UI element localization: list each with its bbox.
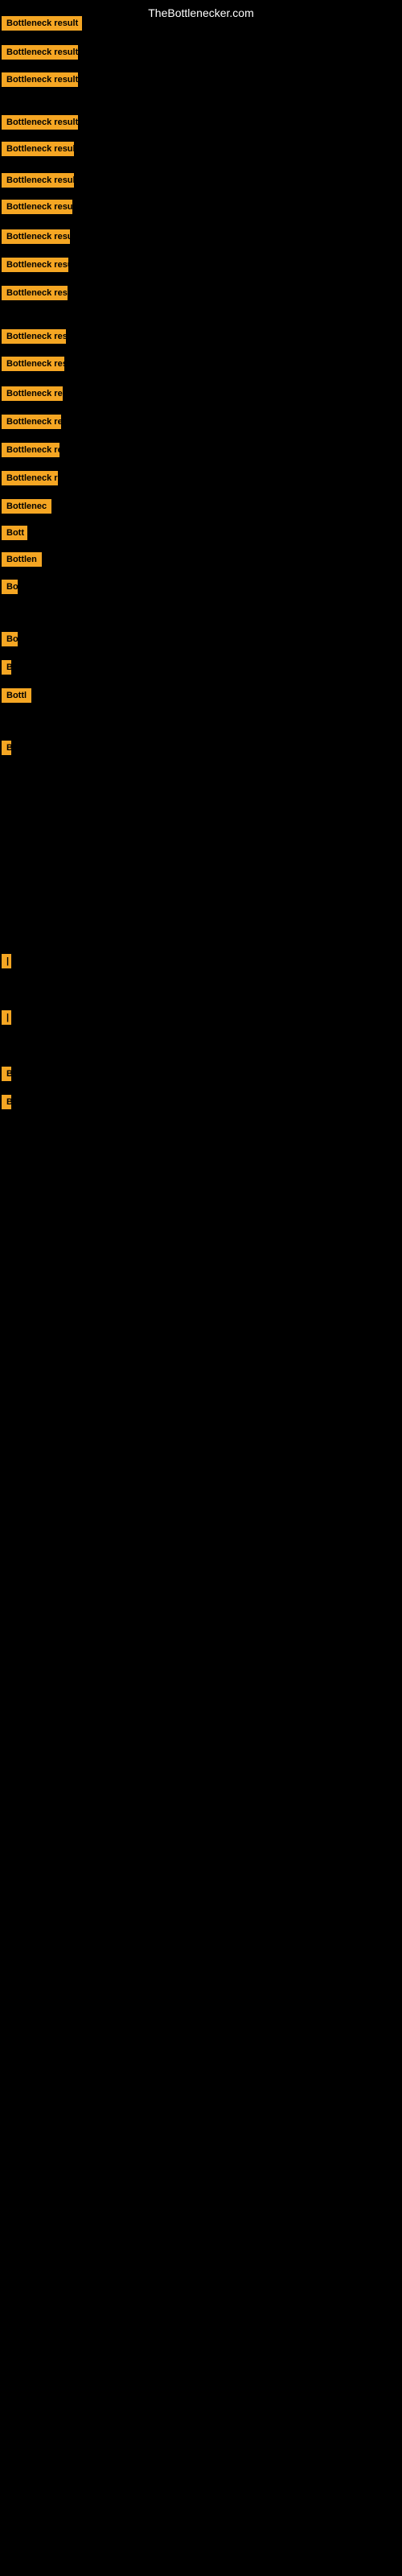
bottleneck-result-3[interactable]: Bottleneck result xyxy=(2,72,78,87)
bottleneck-result-7[interactable]: Bottleneck result xyxy=(2,200,72,214)
bottleneck-result-28[interactable]: B xyxy=(2,1095,11,1109)
bottleneck-result-17[interactable]: Bottlenec xyxy=(2,499,51,514)
bottleneck-result-19[interactable]: Bottlen xyxy=(2,552,42,567)
bottleneck-result-15[interactable]: Bottleneck result xyxy=(2,443,59,457)
bottleneck-result-14[interactable]: Bottleneck result xyxy=(2,415,61,429)
bottleneck-result-23[interactable]: Bottl xyxy=(2,688,31,703)
bottleneck-result-10[interactable]: Bottleneck result xyxy=(2,286,68,300)
bottleneck-result-13[interactable]: Bottleneck result xyxy=(2,386,63,401)
bottleneck-result-6[interactable]: Bottleneck result xyxy=(2,173,74,188)
bottleneck-result-9[interactable]: Bottleneck result xyxy=(2,258,68,272)
bottleneck-result-8[interactable]: Bottleneck result xyxy=(2,229,70,244)
bottleneck-result-11[interactable]: Bottleneck result xyxy=(2,329,66,344)
bottleneck-result-16[interactable]: Bottleneck result xyxy=(2,471,58,485)
bottleneck-result-21[interactable]: Bo xyxy=(2,632,18,646)
bottleneck-result-12[interactable]: Bottleneck result xyxy=(2,357,64,371)
bottleneck-result-22[interactable]: B xyxy=(2,660,11,675)
bottleneck-result-26[interactable]: | xyxy=(2,1010,11,1025)
bottleneck-result-5[interactable]: Bottleneck result xyxy=(2,142,74,156)
bottleneck-result-24[interactable]: B xyxy=(2,741,11,755)
bottleneck-result-1[interactable]: Bottleneck result xyxy=(2,16,82,31)
bottleneck-result-27[interactable]: B xyxy=(2,1067,11,1081)
bottleneck-result-25[interactable]: | xyxy=(2,954,11,968)
bottleneck-result-2[interactable]: Bottleneck result xyxy=(2,45,78,60)
bottleneck-result-4[interactable]: Bottleneck result xyxy=(2,115,78,130)
bottleneck-result-20[interactable]: Bo xyxy=(2,580,18,594)
bottleneck-result-18[interactable]: Bott xyxy=(2,526,27,540)
